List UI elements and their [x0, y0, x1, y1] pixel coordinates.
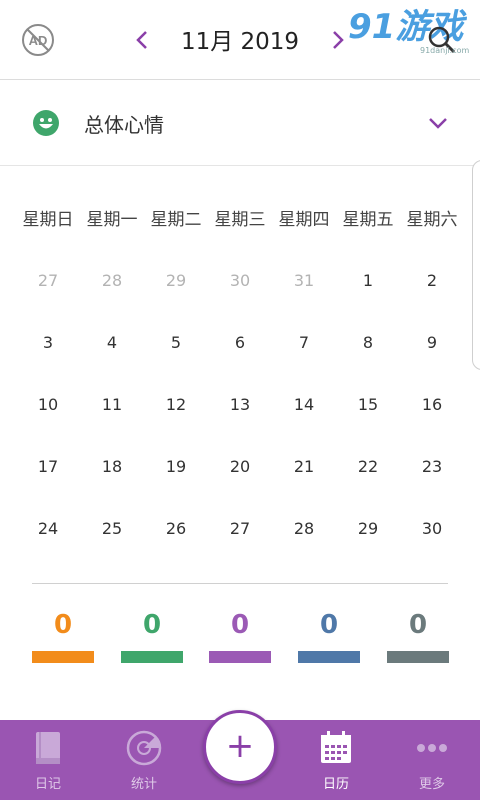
mood-filter-row[interactable] — [0, 80, 480, 166]
mood-stat-bar — [298, 651, 360, 663]
mood-stat: 0 — [387, 610, 449, 663]
calendar-day[interactable]: 7 — [272, 312, 336, 374]
mood-stat-bar — [387, 651, 449, 663]
mood-filter-label: 总体心情 — [84, 113, 164, 137]
calendar-day[interactable]: 21 — [272, 436, 336, 498]
statistics-disc-icon — [126, 730, 162, 766]
more-dots-icon — [417, 744, 447, 752]
calendar-week-row: 3 4 5 6 7 8 9 — [16, 312, 464, 374]
mood-stat-count: 0 — [319, 610, 339, 640]
calendar-day-other-month[interactable]: 31 — [272, 250, 336, 312]
nav-label: 日记 — [34, 777, 61, 792]
weekday-label: 星期二 — [150, 210, 202, 230]
calendar-day[interactable]: 1 — [336, 250, 400, 312]
calendar-day[interactable]: 20 — [208, 436, 272, 498]
nav-item-diary[interactable]: 日记 — [0, 720, 96, 800]
calendar-day[interactable]: 27 — [208, 498, 272, 560]
mood-stat-bar — [121, 651, 183, 663]
previous-month-chevron-icon[interactable] — [130, 24, 154, 56]
calendar-week-row: 24 25 26 27 28 29 30 — [16, 498, 464, 560]
watermark-url: 91danji.com — [420, 46, 470, 55]
calendar-day[interactable]: 29 — [336, 498, 400, 560]
calendar-day[interactable]: 5 — [144, 312, 208, 374]
calendar-day-other-month[interactable]: 28 — [80, 250, 144, 312]
calendar-day[interactable]: 2 — [400, 250, 464, 312]
calendar-day[interactable]: 17 — [16, 436, 80, 498]
calendar-day[interactable]: 6 — [208, 312, 272, 374]
nav-item-statistics[interactable]: 统计 — [96, 720, 192, 800]
mood-stat-count: 0 — [142, 610, 162, 640]
calendar-day[interactable]: 12 — [144, 374, 208, 436]
calendar-day[interactable]: 25 — [80, 498, 144, 560]
stats-divider — [32, 583, 448, 584]
chevron-down-icon[interactable] — [426, 111, 450, 135]
month-title: 11月 2019 — [180, 29, 300, 55]
weekday-label: 星期四 — [278, 210, 330, 230]
nav-label: 更多 — [418, 777, 445, 792]
calendar-day[interactable]: 8 — [336, 312, 400, 374]
calendar-day[interactable]: 30 — [400, 498, 464, 560]
calendar-day-other-month[interactable]: 29 — [144, 250, 208, 312]
nav-label: 统计 — [130, 777, 157, 792]
side-drawer-handle[interactable] — [472, 160, 480, 370]
mood-stat-bar — [32, 651, 94, 663]
mood-stat-count: 0 — [230, 610, 250, 640]
calendar-day-other-month[interactable]: 27 — [16, 250, 80, 312]
mood-stat-count: 0 — [408, 610, 428, 640]
calendar-day[interactable]: 26 — [144, 498, 208, 560]
weekday-header-row: 星期日 星期一 星期二 星期三 星期四 星期五 星期六 — [16, 205, 464, 230]
calendar-week-row: 10 11 12 13 14 15 16 — [16, 374, 464, 436]
svg-text:AD: AD — [29, 33, 48, 48]
add-icon: + — [225, 726, 255, 766]
calendar-icon — [321, 731, 351, 763]
calendar-week-row: 27 28 29 30 31 1 2 — [16, 250, 464, 312]
mood-stat: 0 — [32, 610, 94, 663]
weekday-label: 星期一 — [86, 210, 138, 230]
weekday-label: 星期六 — [406, 210, 458, 230]
nav-item-more[interactable]: 更多 — [384, 720, 480, 800]
mood-stat: 0 — [209, 610, 271, 663]
calendar-day[interactable]: 24 — [16, 498, 80, 560]
weekday-label: 星期三 — [214, 210, 266, 230]
calendar-day[interactable]: 19 — [144, 436, 208, 498]
calendar-day[interactable]: 10 — [16, 374, 80, 436]
mood-stat: 0 — [121, 610, 183, 663]
nav-item-calendar[interactable]: 日历 — [288, 720, 384, 800]
mood-stat-count: 0 — [53, 610, 73, 640]
calendar-day[interactable]: 15 — [336, 374, 400, 436]
calendar-day-other-month[interactable]: 30 — [208, 250, 272, 312]
calendar-day[interactable]: 4 — [80, 312, 144, 374]
mood-stat: 0 — [298, 610, 360, 663]
calendar-day[interactable]: 13 — [208, 374, 272, 436]
calendar-day[interactable]: 18 — [80, 436, 144, 498]
calendar-day[interactable]: 23 — [400, 436, 464, 498]
diary-book-icon — [36, 732, 60, 764]
calendar-day[interactable]: 11 — [80, 374, 144, 436]
calendar-day[interactable]: 14 — [272, 374, 336, 436]
calendar-day[interactable]: 16 — [400, 374, 464, 436]
calendar-day[interactable]: 22 — [336, 436, 400, 498]
calendar-week-row: 17 18 19 20 21 22 23 — [16, 436, 464, 498]
no-ads-icon[interactable]: AD — [20, 22, 56, 58]
calendar-day[interactable]: 3 — [16, 312, 80, 374]
nav-label: 日历 — [322, 777, 349, 792]
calendar-day[interactable]: 28 — [272, 498, 336, 560]
mood-stat-bar — [209, 651, 271, 663]
calendar-grid: 27 28 29 30 31 1 2 3 4 5 6 7 8 9 10 11 1… — [16, 250, 464, 560]
calendar-day[interactable]: 9 — [400, 312, 464, 374]
add-entry-button[interactable]: + — [203, 710, 277, 784]
app-header: AD 11月 2019 91游戏 91danji.com — [0, 0, 480, 80]
weekday-label: 星期五 — [342, 210, 394, 230]
smiley-face-icon — [33, 110, 59, 136]
weekday-label: 星期日 — [22, 210, 74, 230]
